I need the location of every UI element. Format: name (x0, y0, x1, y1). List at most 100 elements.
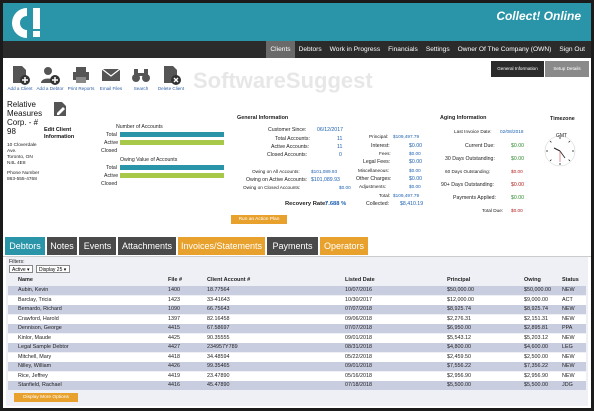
nav-sign-out[interactable]: Sign Out (555, 41, 589, 58)
add-client-button[interactable]: Add a Client (5, 65, 35, 92)
tab-debtors[interactable]: Debtors (5, 237, 45, 255)
display-more-options-button[interactable]: Display More Options (14, 393, 78, 402)
cell-owing: $2,895.81 (524, 325, 548, 331)
interest-value: $0.00 (409, 143, 422, 149)
edit-client-link[interactable]: Edit Client Information (44, 127, 86, 141)
col-listed-date[interactable]: Listed Date (345, 277, 375, 283)
cell-name[interactable]: Kinlor, Maude (18, 335, 51, 341)
other-charges-label: Other Charges: (356, 176, 392, 182)
edit-client-icon[interactable] (53, 101, 67, 117)
cell-principal: $2,459.50 (447, 353, 471, 360)
search-button[interactable]: Search (126, 65, 156, 92)
cell-file: 4419 (168, 372, 180, 379)
cell-owing: $9,000.00 (524, 296, 548, 303)
col-principal[interactable]: Principal (447, 277, 470, 283)
chevron-down-icon: ▾ (63, 267, 67, 273)
col-name[interactable]: Name (18, 277, 33, 283)
payments-applied-label: Payments Applied: (453, 195, 496, 201)
add-debtor-button[interactable]: Add a Debtor (35, 65, 65, 92)
count-closed-label: Closed (101, 148, 118, 154)
cell-client-account: 45.47890 (207, 382, 230, 388)
cell-client-account: 234957Y789 (207, 344, 238, 350)
owing-all-value: $101,089.93 (311, 169, 338, 174)
tab-operators[interactable]: Operators (320, 237, 368, 255)
nav-financials[interactable]: Financials (384, 41, 422, 58)
tab-attachments[interactable]: Attachments (118, 237, 176, 255)
cell-file: 1423 (168, 296, 180, 303)
tab-events[interactable]: Events (79, 237, 116, 255)
value-active-label: Active (104, 173, 119, 179)
collect-logo[interactable] (5, 4, 49, 41)
table-row[interactable]: Aubin, Kevin 1400 18.77564 10/07/2016 $50,00… (8, 286, 586, 295)
total-due-value: $0.00 (511, 208, 523, 213)
cell-name[interactable]: Dennison, George (18, 325, 62, 331)
table-row[interactable]: Bernardo, Richard 1090 66.75643 07/07/2018 $… (8, 305, 586, 314)
col-owing[interactable]: Owing (524, 277, 541, 283)
count-active-bar (120, 140, 224, 145)
last-invoice-label: Last Invoice Date: (454, 129, 492, 134)
principal-label: Principal: (369, 134, 389, 139)
tab-setup-details[interactable]: Setup Details (545, 61, 589, 77)
cell-client-account: 66.75643 (207, 306, 230, 312)
watermark: SoftwareSuggest (193, 68, 373, 93)
nav-work-in-progress[interactable]: Work in Progress (326, 41, 384, 58)
display-count-value: Display 25 (39, 267, 63, 273)
cell-owing: $4,600.00 (524, 344, 548, 350)
cell-status: NEW (562, 363, 575, 369)
tab-payments[interactable]: Payments (267, 237, 318, 255)
nav-clients[interactable]: Clients (266, 41, 295, 58)
nav-owner[interactable]: Owner Of The Company (OWN) (454, 41, 556, 58)
cell-listed-date: 05/22/2018 (345, 353, 372, 360)
cell-name[interactable]: Aubin, Kevin (18, 287, 48, 293)
table-row[interactable]: Stanfield, Rachael 4416 45.47890 07/18/2018… (8, 381, 586, 390)
table-row[interactable]: Mitchell, Mary 4418 34.48594 05/22/2018 $2,4… (8, 352, 586, 362)
table-row[interactable]: Crawford, Harold 1397 82.16458 09/06/2018 $2… (8, 314, 586, 324)
table-row[interactable]: Nilley, William 4426 99.35465 09/01/2018 $7,… (8, 362, 586, 371)
cell-listed-date: 08/31/2018 (345, 344, 372, 350)
delete-client-button[interactable]: Delete Client (156, 65, 186, 92)
tab-notes[interactable]: Notes (47, 237, 77, 255)
cell-name[interactable]: Bernardo, Richard (18, 306, 62, 312)
other-charges-value: $0.00 (409, 176, 422, 182)
cell-listed-date: 09/06/2018 (345, 315, 372, 322)
cell-principal: $4,800.00 (447, 344, 471, 350)
cell-status: JDG (562, 382, 573, 388)
col-file[interactable]: File # (168, 277, 182, 283)
cell-name[interactable]: Legal Sample Debtor (18, 344, 69, 350)
email-files-button[interactable]: Email Files (96, 65, 126, 92)
app-title: Collect! Online (496, 9, 581, 23)
print-reports-button[interactable]: Print Reports (66, 65, 96, 92)
status-filter-select[interactable]: Active ▾ (9, 265, 33, 273)
table-row[interactable]: Kinlor, Maude 4425 90.35555 09/01/2018 $5,54… (8, 333, 586, 343)
cell-status: LEG (562, 344, 573, 350)
cell-name[interactable]: Nilley, William (18, 363, 51, 369)
cell-name[interactable]: Rice, Jeffrey (18, 373, 48, 379)
col-client-account[interactable]: Client Account # (207, 277, 250, 283)
cell-name[interactable]: Mitchell, Mary (18, 354, 51, 360)
table-row[interactable]: Legal Sample Debtor 4427 234957Y789 08/31/2… (8, 343, 586, 352)
table-row[interactable]: Barclay, Tricia 1423 33-41643 10/30/2017 $12… (8, 295, 586, 305)
display-count-select[interactable]: Display 25 ▾ (36, 265, 70, 273)
last-invoice-value: 02/08/2018 (500, 129, 524, 134)
table-row[interactable]: Dennison, George 4415 67.58697 07/07/2018 $6… (8, 324, 586, 333)
nav-settings[interactable]: Settings (422, 41, 454, 58)
run-action-plan-button[interactable]: Run an Action Plan (231, 215, 287, 224)
cell-name[interactable]: Barclay, Tricia (18, 297, 51, 303)
cell-file: 4425 (168, 334, 180, 341)
closed-accounts-label: Closed Accounts: (267, 152, 308, 158)
cell-name[interactable]: Crawford, Harold (18, 316, 59, 322)
col-status[interactable]: Status (562, 277, 579, 283)
table-row[interactable]: Rice, Jeffrey 4419 23.47890 05/16/2018 $2,95… (8, 371, 586, 381)
owing-all-label: Owing on All Accounts: (252, 169, 300, 174)
cell-name[interactable]: Stanfield, Rachael (18, 382, 62, 388)
owing-active-label: Owing on Active Accounts: (246, 177, 308, 183)
count-active-label: Active (104, 140, 119, 146)
active-accounts-value: 11 (337, 144, 343, 150)
total-label: Total: (379, 193, 391, 198)
envelope-icon (101, 68, 121, 81)
nav-debtors[interactable]: Debtors (295, 41, 326, 58)
timezone-title: Timezone (550, 116, 575, 122)
fees-label: Fees: (379, 151, 391, 156)
tab-invoices-statements[interactable]: Invoices/Statements (178, 237, 265, 255)
tab-general-information[interactable]: General Information (491, 61, 544, 77)
